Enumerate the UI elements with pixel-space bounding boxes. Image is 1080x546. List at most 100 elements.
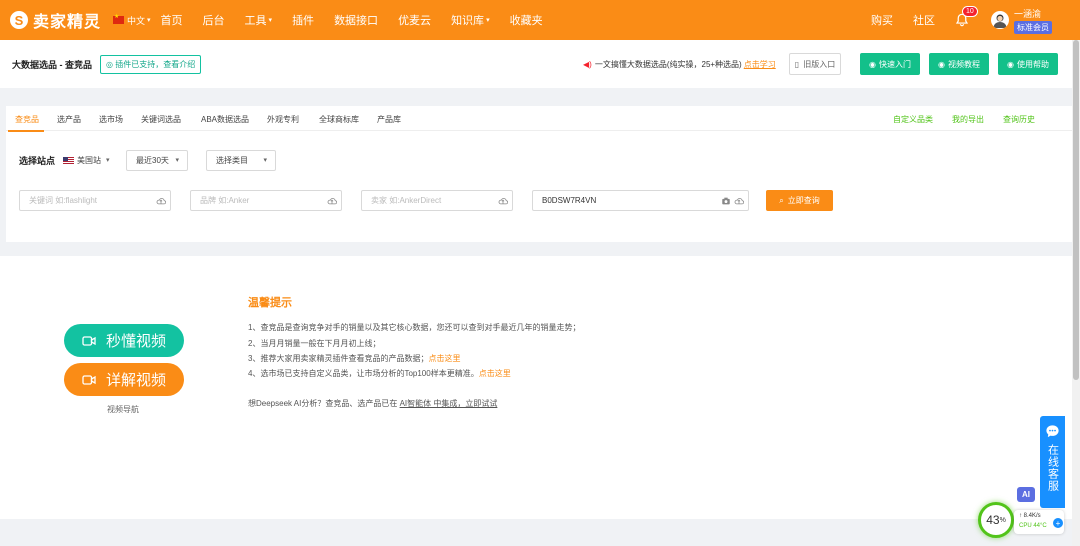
tab-custom-category[interactable]: 自定义品类 bbox=[893, 114, 933, 125]
notification-count-badge: 10 bbox=[962, 6, 978, 17]
nav-community[interactable]: 社区 bbox=[913, 12, 935, 28]
page-title: 大数据选品 - 查竞品 bbox=[12, 59, 92, 70]
brand-input[interactable] bbox=[191, 196, 341, 205]
tip-line-1: 1、查竞品是查询竞争对手的销量以及其它核心数据，您还可以查到对手最近几年的销量走… bbox=[248, 323, 581, 332]
camera-icon[interactable] bbox=[721, 196, 731, 206]
query-button[interactable]: ⌕ 立即查询 bbox=[766, 190, 833, 211]
user-name: 一涵渝 bbox=[1014, 8, 1042, 19]
nav-home[interactable]: 首页 bbox=[161, 12, 183, 28]
china-flag-icon bbox=[113, 13, 125, 24]
nav-knowledge[interactable]: 知识库 ▾ bbox=[451, 12, 490, 28]
tab-bar: 查竞品 选产品 选市场 关键词选品 ABA数据选品 外观专利 全球商标库 产品库… bbox=[6, 106, 1072, 132]
bottom-strip bbox=[0, 519, 1072, 546]
nav-youmaiyun[interactable]: 优麦云 bbox=[398, 12, 431, 28]
tab-design-patent[interactable]: 外观专利 bbox=[267, 114, 299, 125]
user-info[interactable]: 一涵渝 标准会员 bbox=[1014, 7, 1052, 34]
quick-start-label: 快速入门 bbox=[878, 59, 911, 69]
promo-link[interactable]: 点击学习 bbox=[744, 59, 776, 70]
notification-bell[interactable]: 10 bbox=[955, 6, 978, 27]
tab-my-exports[interactable]: 我的导出 bbox=[952, 114, 984, 125]
logo[interactable]: S 卖家精灵 bbox=[10, 8, 101, 32]
logo-text: 卖家精灵 bbox=[33, 14, 102, 31]
online-service-label: 在线客服 bbox=[1046, 444, 1059, 492]
detail-video-button[interactable]: 详解视频 bbox=[64, 363, 184, 396]
tab-trademark[interactable]: 全球商标库 bbox=[319, 114, 359, 125]
chevron-down-icon: ▾ bbox=[268, 17, 273, 24]
tab-keyword[interactable]: 关键词选品 bbox=[141, 114, 181, 125]
nav-plugin[interactable]: 插件 bbox=[292, 12, 314, 28]
tab-query-history[interactable]: 查询历史 bbox=[1003, 114, 1035, 125]
play-circle-icon: ◉ bbox=[938, 59, 945, 69]
play-circle-icon: ◎ bbox=[106, 59, 113, 69]
cloud-upload-icon[interactable] bbox=[327, 196, 337, 206]
quick-video-button[interactable]: 秒懂视频 bbox=[64, 324, 184, 357]
nav-favorites[interactable]: 收藏夹 bbox=[510, 12, 543, 28]
chevron-down-icon: ▾ bbox=[175, 157, 179, 164]
keyword-field[interactable] bbox=[19, 190, 171, 211]
video-camera-icon bbox=[82, 374, 96, 385]
site-select[interactable]: 美国站 bbox=[77, 155, 101, 166]
scrollbar-thumb[interactable] bbox=[1073, 40, 1079, 380]
category-value: 选择类目 bbox=[216, 156, 248, 165]
online-service-button[interactable]: 在线客服 bbox=[1040, 416, 1065, 508]
video-tutorial-label: 视频教程 bbox=[947, 59, 980, 69]
us-flag-icon bbox=[63, 156, 75, 164]
network-speed: ↑ 8.4K/s bbox=[1019, 513, 1041, 519]
video-tutorial-button[interactable]: ◉ 视频教程 bbox=[929, 53, 989, 75]
nav-backend[interactable]: 后台 bbox=[203, 12, 225, 28]
tip-line-4-text: 4、选市场已支持自定义品类，让市场分析的Top100样本更精准。 bbox=[248, 369, 479, 378]
nav-buy[interactable]: 购买 bbox=[871, 12, 893, 28]
period-value: 最近30天 bbox=[136, 156, 169, 165]
memory-gauge[interactable]: 43% bbox=[978, 502, 1014, 538]
brand-field[interactable] bbox=[190, 190, 342, 211]
plus-icon[interactable]: + bbox=[1053, 518, 1063, 528]
page-header: 大数据选品 - 查竞品 ◎ 插件已支持，查看介绍 ◀) 一文搞懂大数据选品(纯实… bbox=[0, 40, 1072, 88]
tab-aba[interactable]: ABA数据选品 bbox=[201, 114, 249, 125]
seller-input[interactable] bbox=[362, 196, 512, 205]
deepseek-link[interactable]: AI智能体 中集成，立即试试 bbox=[400, 399, 498, 408]
help-section: 秒懂视频 详解视频 视频导航 温馨提示 1、查竞品是查询竞争对手的销量以及其它核… bbox=[0, 256, 1072, 519]
cloud-upload-icon[interactable] bbox=[498, 196, 508, 206]
chat-bubble-icon bbox=[1046, 425, 1059, 438]
tab-market[interactable]: 选市场 bbox=[99, 114, 123, 125]
query-button-label: 立即查询 bbox=[787, 196, 820, 205]
nav-tools-label: 工具 bbox=[244, 15, 267, 27]
tip-line-3-link[interactable]: 点击这里 bbox=[428, 354, 460, 363]
help-label: 使用帮助 bbox=[1016, 59, 1049, 69]
nav-tools[interactable]: 工具 ▾ bbox=[245, 12, 273, 28]
tip-line-4-link[interactable]: 点击这里 bbox=[479, 369, 511, 378]
seller-field[interactable] bbox=[361, 190, 513, 211]
chevron-down-icon: ▾ bbox=[147, 17, 151, 24]
plugin-support-link[interactable]: ◎ 插件已支持，查看介绍 bbox=[100, 54, 202, 74]
percent-unit: % bbox=[999, 516, 1006, 524]
tab-product-library[interactable]: 产品库 bbox=[377, 114, 401, 125]
search-icon: ⌕ bbox=[779, 195, 784, 205]
nav-data-api[interactable]: 数据接口 bbox=[334, 12, 378, 28]
keyword-input[interactable] bbox=[20, 196, 170, 205]
cloud-upload-icon[interactable] bbox=[734, 196, 744, 206]
cloud-upload-icon[interactable] bbox=[156, 196, 166, 206]
ai-assistant-button[interactable]: AI bbox=[1017, 487, 1035, 502]
asin-input[interactable] bbox=[533, 196, 748, 205]
language-select[interactable]: 中文 ▾ bbox=[113, 13, 151, 27]
chevron-down-icon: ▾ bbox=[106, 157, 110, 164]
performance-widget[interactable]: 43% ↑ 8.4K/s CPU 44°C + bbox=[976, 502, 1072, 540]
tab-competitor[interactable]: 查竞品 bbox=[15, 114, 39, 125]
video-nav-link[interactable]: 视频导航 bbox=[107, 404, 139, 415]
quick-start-button[interactable]: ◉ 快速入门 bbox=[860, 53, 920, 75]
tip-line-2: 2、当月月销量一般在下月月初上线； bbox=[248, 339, 381, 348]
old-version-button[interactable]: ▯ 旧版入口 bbox=[789, 53, 841, 75]
vertical-scrollbar[interactable] bbox=[1072, 40, 1080, 546]
category-select[interactable]: 选择类目 ▾ bbox=[206, 150, 276, 171]
help-circle-icon: ◉ bbox=[1007, 59, 1014, 69]
asin-field[interactable] bbox=[532, 190, 749, 211]
tip-line-4: 4、选市场已支持自定义品类，让市场分析的Top100样本更精准。点击这里 bbox=[248, 368, 511, 379]
help-button[interactable]: ◉ 使用帮助 bbox=[998, 53, 1058, 75]
tip-line-3-text: 3、推荐大家用卖家精灵插件查看竞品的产品数据； bbox=[248, 354, 429, 363]
memory-percent: 43 bbox=[986, 513, 1000, 527]
avatar[interactable] bbox=[991, 11, 1009, 29]
period-select[interactable]: 最近30天 ▾ bbox=[126, 150, 188, 171]
tab-product[interactable]: 选产品 bbox=[57, 114, 81, 125]
member-badge: 标准会员 bbox=[1014, 20, 1052, 34]
search-panel: 查竞品 选产品 选市场 关键词选品 ABA数据选品 外观专利 全球商标库 产品库… bbox=[6, 106, 1072, 242]
